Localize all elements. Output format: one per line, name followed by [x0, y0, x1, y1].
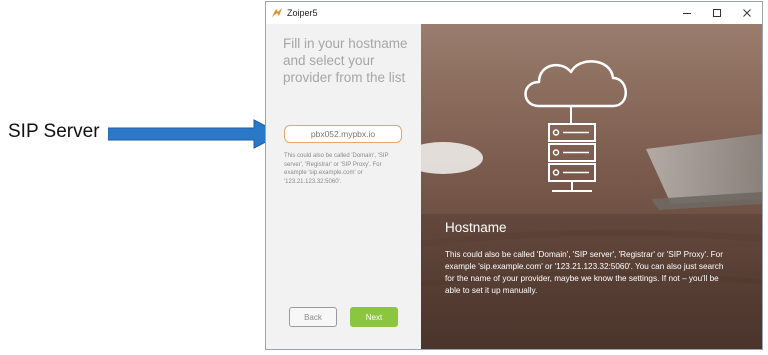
hostname-input[interactable]	[284, 125, 402, 143]
minimize-icon	[683, 13, 691, 14]
close-button[interactable]	[732, 2, 762, 24]
info-title: Hostname	[445, 220, 507, 235]
next-button[interactable]: Next	[350, 307, 398, 327]
setup-form-panel: Fill in your hostname and select your pr…	[266, 24, 421, 349]
zoiper-logo-icon	[272, 8, 282, 17]
close-icon	[743, 9, 751, 17]
info-panel: Hostname This could also be called 'Doma…	[421, 24, 762, 349]
window-controls	[672, 2, 762, 24]
maximize-icon	[713, 9, 721, 17]
annotation-arrow-icon	[108, 119, 282, 149]
zoiper-window: Zoiper5 Fill in your hostname and select…	[265, 1, 763, 350]
title-bar[interactable]: Zoiper5	[266, 2, 762, 24]
back-button[interactable]: Back	[289, 307, 337, 327]
window-title: Zoiper5	[287, 8, 318, 18]
minimize-button[interactable]	[672, 2, 702, 24]
cloud-server-illustration	[421, 24, 762, 349]
annotation-label: SIP Server	[8, 121, 100, 142]
hostname-hint: This could also be called 'Domain', 'SIP…	[284, 153, 389, 185]
info-description: This could also be called 'Domain', 'SIP…	[445, 250, 724, 295]
maximize-button[interactable]	[702, 2, 732, 24]
page-heading: Fill in your hostname and select your pr…	[283, 36, 408, 85]
